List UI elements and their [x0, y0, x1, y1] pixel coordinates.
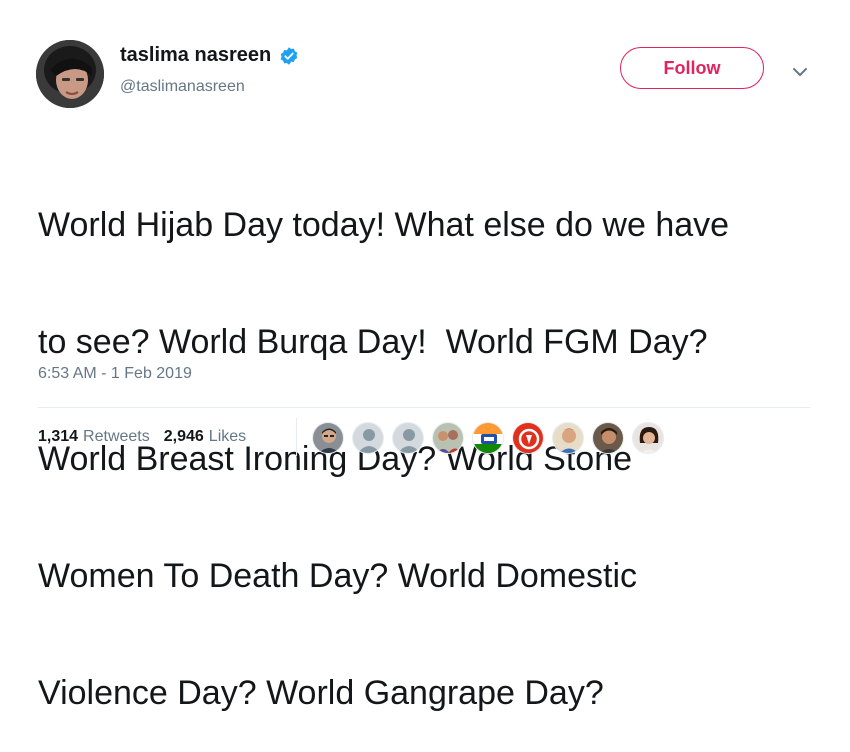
liker-avatar[interactable] — [392, 422, 424, 454]
default-avatar-icon — [353, 423, 383, 453]
tweet-text-line: Violence Day? World Gangrape Day? — [38, 674, 604, 712]
user-photo-avatar-icon — [593, 423, 623, 453]
user-photo-avatar-icon — [313, 423, 343, 453]
group-photo-avatar-icon — [433, 423, 463, 453]
liker-avatar[interactable] — [312, 422, 344, 454]
liker-avatar[interactable] — [552, 422, 584, 454]
user-photo-avatar-icon — [553, 423, 583, 453]
follow-button[interactable]: Follow — [620, 47, 764, 89]
default-avatar-icon — [393, 423, 423, 453]
tweet-timestamp[interactable]: 6:53 AM - 1 Feb 2019 — [38, 365, 192, 383]
tweet-text-line: Women To Death Day? World Domestic — [38, 557, 638, 595]
user-handle[interactable]: @taslimanasreen — [120, 78, 245, 96]
flag-logo-avatar-icon — [473, 423, 503, 453]
tweet-stats: 1,314 Retweets 2,946 Likes — [38, 428, 260, 446]
verified-badge-icon — [280, 46, 298, 65]
display-name-row[interactable]: taslima nasreen — [120, 44, 299, 67]
divider — [38, 407, 810, 408]
retweets-count: 1,314 — [38, 428, 79, 445]
display-name[interactable]: taslima nasreen — [120, 44, 271, 67]
liker-avatar[interactable] — [432, 422, 464, 454]
liker-avatar[interactable] — [592, 422, 624, 454]
tweet-text-line: World Hijab Day today! What else do we h… — [38, 206, 730, 244]
retweets-stat[interactable]: 1,314 Retweets — [38, 428, 150, 446]
likes-stat[interactable]: 2,946 Likes — [164, 428, 246, 446]
tweet-text-line: to see? World Burqa Day! World FGM Day? — [38, 323, 708, 361]
liker-avatar[interactable] — [352, 422, 384, 454]
profile-photo — [36, 40, 104, 108]
profile-avatar[interactable] — [36, 40, 104, 108]
likes-label: Likes — [208, 428, 247, 445]
liked-by-avatars — [312, 422, 672, 454]
liker-avatar[interactable] — [512, 422, 544, 454]
chevron-down-icon[interactable] — [790, 64, 810, 80]
stats-separator — [296, 418, 297, 456]
red-logo-avatar-icon — [513, 423, 543, 453]
liker-avatar[interactable] — [632, 422, 664, 454]
likes-count: 2,946 — [163, 428, 204, 445]
user-photo-avatar-icon — [633, 423, 663, 453]
liker-avatar[interactable] — [472, 422, 504, 454]
retweets-label: Retweets — [83, 428, 150, 445]
